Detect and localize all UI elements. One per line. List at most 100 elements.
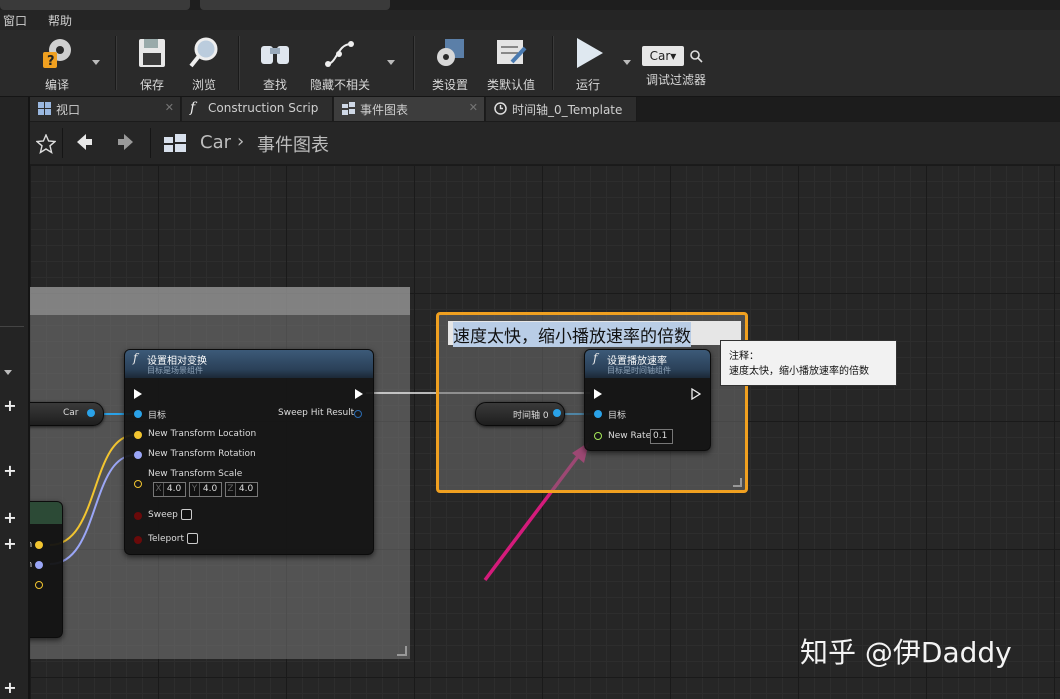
left-dock-panel: + + + + + [0,30,30,699]
new-rate-field[interactable]: 0.1 [650,429,673,444]
set-play-rate-node[interactable]: f 设置播放速率 目标是时间轴组件 目标 New Rate 0.1 [584,349,711,451]
timeline-output-pin[interactable] [553,409,561,417]
tooltip-line-1: 注释： [729,351,759,362]
hide-unrelated-dropdown-icon[interactable] [387,60,395,65]
toolbar-separator [552,36,554,90]
class-settings-icon [437,39,464,66]
node-header: f 设置相对变换 目标是场景组件 [125,350,373,378]
node-subtitle: 目标是场景组件 [147,366,203,375]
target-label: 目标 [148,411,167,421]
tab-label: 事件图表 [360,103,409,117]
compile-button[interactable]: ? 编译 [30,34,84,92]
class-defaults-button[interactable]: 类默认值 [480,34,542,92]
event-graph-canvas[interactable]: Car on on le f 设置相对变换 目标是场景组件 目标 Sweep H… [30,165,1060,699]
comment-title-field[interactable]: 速度太快，缩小播放速率的倍数 [448,321,741,347]
add-icon[interactable]: + [2,680,18,696]
scale-z-value: 4.0 [238,484,254,494]
close-icon[interactable]: ✕ [165,101,174,114]
resize-handle-icon[interactable] [733,478,742,487]
target-pin[interactable] [594,410,602,418]
scale-z-field[interactable]: Z 4.0 [225,482,258,497]
teleport-checkbox[interactable] [187,533,198,544]
save-button[interactable]: 保存 [128,34,176,92]
exec-input-pin[interactable] [594,389,602,399]
new-location-label: New Transform Location [148,429,257,439]
class-defaults-icon [497,40,527,64]
forward-icon[interactable] [116,132,136,152]
browse-icon [189,37,218,68]
tab-label: 视口 [56,103,81,117]
scale-pin[interactable] [134,480,142,488]
sweep-hit-result-pin[interactable] [354,410,362,418]
car-variable-node[interactable]: Car [30,402,104,426]
scale-x-field[interactable]: X 4.0 [153,482,186,497]
sweep-checkbox[interactable] [181,509,192,520]
teleport-pin[interactable] [134,536,142,544]
event-graph-icon [342,102,355,115]
function-icon: f [593,351,598,365]
sweep-pin[interactable] [134,512,142,520]
rotation-pin[interactable] [134,451,142,459]
run-button[interactable]: 运行 [562,34,614,92]
tab-timeline[interactable]: 时间轴_0_Template [486,97,637,121]
compile-dropdown-icon[interactable] [92,60,100,65]
pin-label: on [30,560,32,570]
target-pin[interactable] [134,410,142,418]
scale-x-value: 4.0 [166,484,182,494]
breadcrumb-root[interactable]: Car [200,132,231,153]
find-label: 查找 [262,78,287,92]
tab-viewport[interactable]: 视口 ✕ [30,97,181,121]
search-icon[interactable] [689,49,703,63]
find-icon [261,46,289,64]
save-icon [139,39,165,67]
browse-button[interactable]: 浏览 [180,34,228,92]
comment-tooltip: 注释： 速度太快，缩小播放速率的倍数 [720,340,897,386]
run-label: 运行 [575,78,600,92]
x-axis-label: X [154,483,164,496]
run-icon [577,38,603,68]
add-icon[interactable]: + [2,510,18,526]
add-icon[interactable]: + [2,536,18,552]
editor-tab-stub[interactable] [200,0,390,10]
tooltip-line-2: 速度太快，缩小播放速率的倍数 [729,366,869,377]
set-relative-transform-node[interactable]: f 设置相对变换 目标是场景组件 目标 Sweep Hit Result New… [124,349,374,555]
timeline-variable-node[interactable]: 时间轴 0 [475,402,565,426]
tab-event-graph[interactable]: 事件图表 ✕ [334,97,485,121]
menu-help[interactable]: 帮助 [48,12,72,29]
watermark: 知乎 @伊Daddy [800,636,1012,669]
close-icon[interactable]: ✕ [469,101,478,114]
scale-y-field[interactable]: Y 4.0 [189,482,222,497]
scale-output-pin[interactable] [35,581,43,589]
editor-tab-stub[interactable] [0,0,190,10]
new-rate-pin[interactable] [594,432,602,440]
save-label: 保存 [139,78,164,92]
star-icon[interactable] [36,134,56,154]
run-dropdown-icon[interactable] [623,60,631,65]
back-icon[interactable] [74,132,94,152]
location-output-pin[interactable] [35,541,43,549]
debug-target-select[interactable]: Car▾ [642,46,684,66]
rotation-output-pin[interactable] [35,561,43,569]
location-pin[interactable] [134,431,142,439]
tab-construction-script[interactable]: f Construction Scrip [182,97,333,121]
node-header [30,502,62,524]
add-icon[interactable]: + [2,463,18,479]
divider [150,128,151,158]
collapse-arrow-icon[interactable] [4,370,12,375]
new-scale-label: New Transform Scale [148,469,243,479]
exec-output-pin[interactable] [355,389,363,399]
add-icon[interactable]: + [2,398,18,414]
hide-unrelated-button[interactable]: 隐藏不相关 [304,34,376,92]
car-output-pin[interactable] [87,409,95,417]
find-button[interactable]: 查找 [248,34,302,92]
partial-left-node[interactable]: on on le [30,501,63,638]
svg-text:?: ? [47,54,55,69]
tab-label: 时间轴_0_Template [512,103,623,117]
title-strip [0,0,1060,10]
node-header: f 设置播放速率 目标是时间轴组件 [585,350,710,378]
class-settings-button[interactable]: 类设置 [424,34,476,92]
exec-output-pin[interactable] [691,388,701,400]
exec-input-pin[interactable] [134,389,142,399]
document-tab-bar: 视口 ✕ f Construction Scrip 事件图表 ✕ 时间轴_0_T… [30,97,1060,121]
menu-window[interactable]: 窗口 [3,12,27,29]
